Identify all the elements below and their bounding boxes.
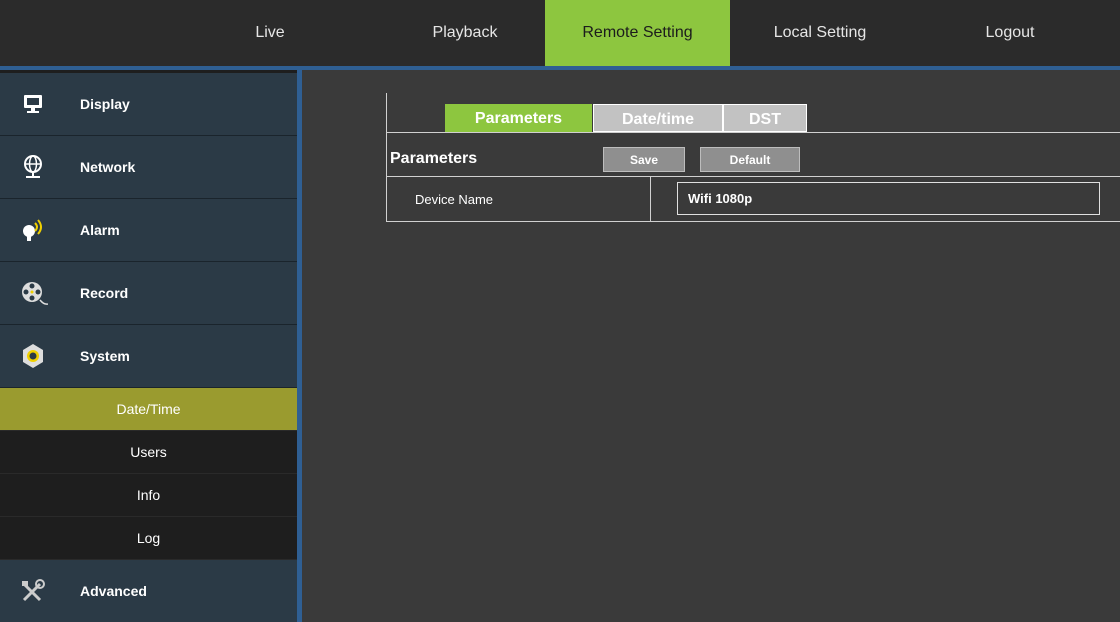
tab-bar-underline xyxy=(386,132,1120,133)
tools-icon xyxy=(22,579,45,602)
sidebar-item-label: System xyxy=(80,348,130,364)
nav-remote-setting[interactable]: Remote Setting xyxy=(545,0,730,66)
device-name-field[interactable] xyxy=(677,182,1100,215)
sidebar-subitem-info[interactable]: Info xyxy=(0,474,297,517)
sidebar-subitem-log[interactable]: Log xyxy=(0,517,297,560)
tab-date-time[interactable]: Date/time xyxy=(593,104,723,132)
nav-local-setting[interactable]: Local Setting xyxy=(745,0,895,66)
monitor-icon xyxy=(24,95,42,113)
section-title: Parameters xyxy=(390,150,478,167)
save-button[interactable]: Save xyxy=(603,147,685,172)
tab-parameters[interactable]: Parameters xyxy=(445,104,592,132)
sidebar-item-label: Record xyxy=(80,285,129,301)
nav-live[interactable]: Live xyxy=(220,0,320,66)
sidebar-item-display[interactable]: Display xyxy=(0,73,297,136)
sidebar-item-label: Advanced xyxy=(80,583,147,599)
sidebar-item-label: Network xyxy=(80,159,136,175)
content-left-border xyxy=(386,93,387,221)
sidebar-item-label: Display xyxy=(80,96,130,112)
default-button[interactable]: Default xyxy=(700,147,800,172)
row-bottom-border xyxy=(386,221,1120,222)
device-name-label: Device Name xyxy=(415,192,494,207)
gear-nut-icon xyxy=(23,344,43,368)
nav-logout[interactable]: Logout xyxy=(935,0,1085,66)
sidebar-item-advanced[interactable]: Advanced xyxy=(0,560,297,622)
sidebar-item-record[interactable]: Record xyxy=(0,262,297,325)
film-reel-icon xyxy=(22,282,48,305)
sidebar-subitem-date-time[interactable]: Date/Time xyxy=(0,388,297,431)
sidebar-subitem-users[interactable]: Users xyxy=(0,431,297,474)
sidebar-divider xyxy=(297,70,302,622)
alarm-bulb-icon xyxy=(23,219,42,241)
row-column-divider xyxy=(650,176,651,221)
sidebar-item-system[interactable]: System xyxy=(0,325,297,388)
tab-dst[interactable]: DST xyxy=(723,104,807,132)
sidebar-item-network[interactable]: Network xyxy=(0,136,297,199)
sidebar-item-alarm[interactable]: Alarm xyxy=(0,199,297,262)
nav-playback[interactable]: Playback xyxy=(390,0,540,66)
sidebar-item-label: Alarm xyxy=(80,222,120,238)
section-divider xyxy=(386,176,1120,177)
globe-network-icon xyxy=(24,155,42,178)
